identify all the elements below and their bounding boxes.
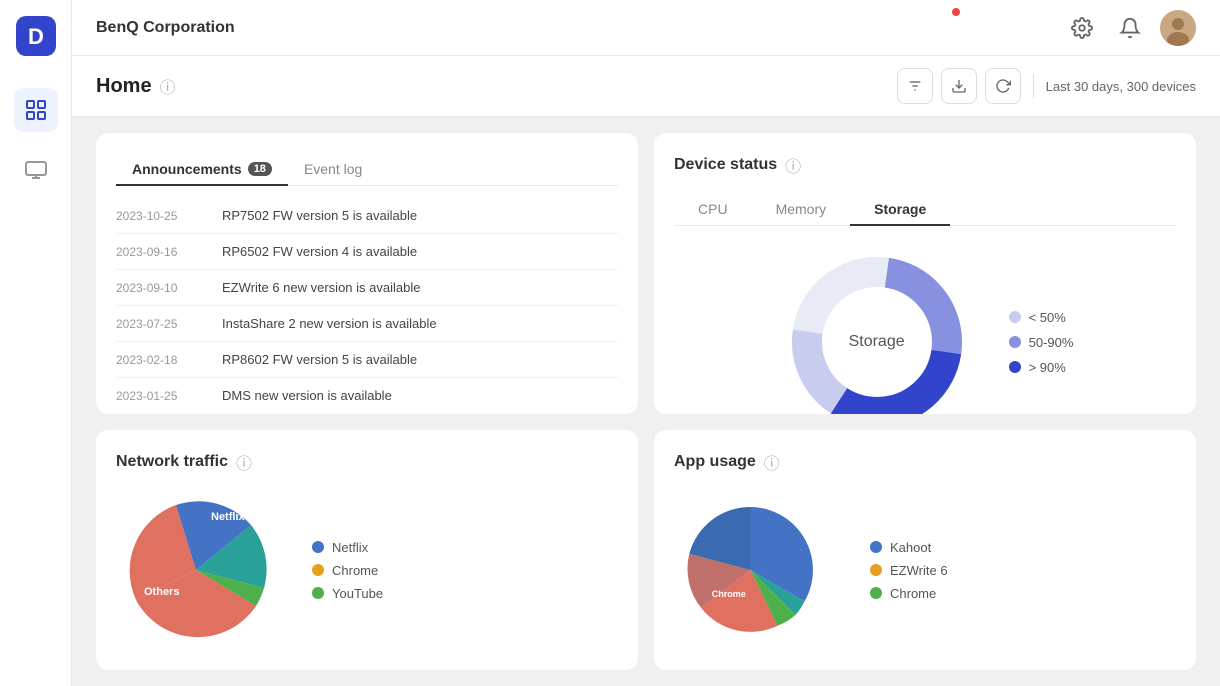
header-actions: Last 30 days, 300 devices [897, 68, 1196, 104]
device-status-card: Device status ⓘ CPU Memory Storage [654, 133, 1196, 414]
page-info-icon[interactable]: ⓘ [160, 74, 176, 98]
svg-text:Netflix: Netflix [211, 511, 246, 523]
device-status-title: Device status [674, 156, 777, 174]
tab-event-log[interactable]: Event log [288, 153, 378, 185]
kahoot-dot [870, 541, 882, 553]
page-header: Home ⓘ Last 30 days, 300 devices [72, 56, 1220, 117]
filter-label: Last 30 days, 300 devices [1046, 79, 1196, 94]
network-traffic-title: Network traffic [116, 453, 228, 471]
app-usage-legend: Kahoot EZWrite 6 Chrome [870, 540, 948, 601]
svg-text:Others: Others [144, 586, 179, 598]
ann-text-5: DMS new version is available [222, 388, 392, 403]
tab-memory[interactable]: Memory [752, 193, 851, 225]
announcements-badge: 18 [248, 162, 272, 176]
device-status-tabs: CPU Memory Storage [674, 193, 1176, 226]
network-traffic-header: Network traffic ⓘ [116, 450, 618, 474]
ezwrite-dot [870, 564, 882, 576]
network-legend-chrome: Chrome [312, 563, 383, 578]
page-title: Home [96, 75, 152, 98]
main-content: BenQ Corporation [72, 0, 1220, 686]
ann-date-2: 2023-09-10 [116, 281, 206, 295]
app-usage-info-icon[interactable]: ⓘ [764, 450, 780, 474]
ann-date-0: 2023-10-25 [116, 209, 206, 223]
legend-item-mid: 50-90% [1009, 335, 1074, 350]
sidebar: D [0, 0, 72, 686]
topbar: BenQ Corporation [72, 0, 1220, 56]
sidebar-nav [14, 88, 58, 192]
ann-date-5: 2023-01-25 [116, 389, 206, 403]
ann-text-0: RP7502 FW version 5 is available [222, 208, 417, 223]
app-usage-chart-content: Chrome Kahoot EZWrite 6 Chrome [674, 490, 1176, 650]
donut-center-label: Storage [849, 333, 905, 351]
app-logo[interactable]: D [16, 16, 56, 56]
storage-content: Storage < 50% 50-90% > 90% [674, 242, 1176, 414]
legend-dot-low [1009, 311, 1021, 323]
header-divider [1033, 74, 1034, 98]
network-legend: Netflix Chrome YouTube [312, 540, 383, 601]
filter-button[interactable] [897, 68, 933, 104]
app-legend-ezwrite: EZWrite 6 [870, 563, 948, 578]
company-name: BenQ Corporation [96, 19, 1064, 37]
ann-text-2: EZWrite 6 new version is available [222, 280, 420, 295]
announcements-card: Announcements 18 Event log 2023-10-25 RP… [96, 133, 638, 414]
ann-date-3: 2023-07-25 [116, 317, 206, 331]
svg-text:Chrome: Chrome [712, 589, 746, 599]
legend-item-low: < 50% [1009, 310, 1074, 325]
ann-text-3: InstaShare 2 new version is available [222, 316, 437, 331]
sidebar-item-monitor[interactable] [14, 148, 58, 192]
storage-donut-chart: Storage [777, 242, 977, 414]
app-legend-chrome: Chrome [870, 586, 948, 601]
download-button[interactable] [941, 68, 977, 104]
legend-item-high: > 90% [1009, 360, 1074, 375]
announcements-list: 2023-10-25 RP7502 FW version 5 is availa… [116, 198, 618, 413]
tab-storage[interactable]: Storage [850, 193, 950, 225]
network-traffic-card: Network traffic ⓘ [96, 430, 638, 670]
app-usage-header: App usage ⓘ [674, 450, 1176, 474]
storage-legend: < 50% 50-90% > 90% [1009, 310, 1074, 375]
settings-button[interactable] [1064, 10, 1100, 46]
network-legend-youtube: YouTube [312, 586, 383, 601]
ann-item-3: 2023-07-25 InstaShare 2 new version is a… [116, 306, 618, 342]
device-status-header: Device status ⓘ [674, 153, 1176, 177]
ann-item-0: 2023-10-25 RP7502 FW version 5 is availa… [116, 198, 618, 234]
app-legend-kahoot: Kahoot [870, 540, 948, 555]
app-usage-pie-chart: Chrome [674, 490, 854, 650]
app-usage-card: App usage ⓘ [654, 430, 1196, 670]
ann-date-4: 2023-02-18 [116, 353, 206, 367]
network-chart-content: Others Netflix Netflix Chrome Y [116, 490, 618, 650]
svg-text:D: D [28, 24, 44, 49]
youtube-dot [312, 587, 324, 599]
ann-date-1: 2023-09-16 [116, 245, 206, 259]
announcements-tabs: Announcements 18 Event log [116, 153, 618, 186]
network-info-icon[interactable]: ⓘ [236, 450, 252, 474]
network-legend-netflix: Netflix [312, 540, 383, 555]
ann-item-2: 2023-09-10 EZWrite 6 new version is avai… [116, 270, 618, 306]
chrome-dot [312, 564, 324, 576]
content-grid: Announcements 18 Event log 2023-10-25 RP… [72, 117, 1220, 686]
topbar-actions [1064, 10, 1196, 46]
sidebar-item-grid[interactable] [14, 88, 58, 132]
netflix-dot [312, 541, 324, 553]
refresh-button[interactable] [985, 68, 1021, 104]
notifications-button[interactable] [1112, 10, 1148, 46]
ann-item-1: 2023-09-16 RP6502 FW version 4 is availa… [116, 234, 618, 270]
ann-item-4: 2023-02-18 RP8602 FW version 5 is availa… [116, 342, 618, 378]
chrome-legend-dot [870, 587, 882, 599]
app-usage-title: App usage [674, 453, 756, 471]
network-pie-chart: Others Netflix [116, 490, 296, 650]
device-status-info-icon[interactable]: ⓘ [785, 153, 801, 177]
legend-dot-high [1009, 361, 1021, 373]
ann-item-5: 2023-01-25 DMS new version is available [116, 378, 618, 413]
view-all-button[interactable]: View all updates [116, 413, 618, 414]
tab-announcements[interactable]: Announcements 18 [116, 153, 288, 185]
user-avatar[interactable] [1160, 10, 1196, 46]
tab-cpu[interactable]: CPU [674, 193, 752, 225]
ann-text-1: RP6502 FW version 4 is available [222, 244, 417, 259]
ann-text-4: RP8602 FW version 5 is available [222, 352, 417, 367]
legend-dot-mid [1009, 336, 1021, 348]
